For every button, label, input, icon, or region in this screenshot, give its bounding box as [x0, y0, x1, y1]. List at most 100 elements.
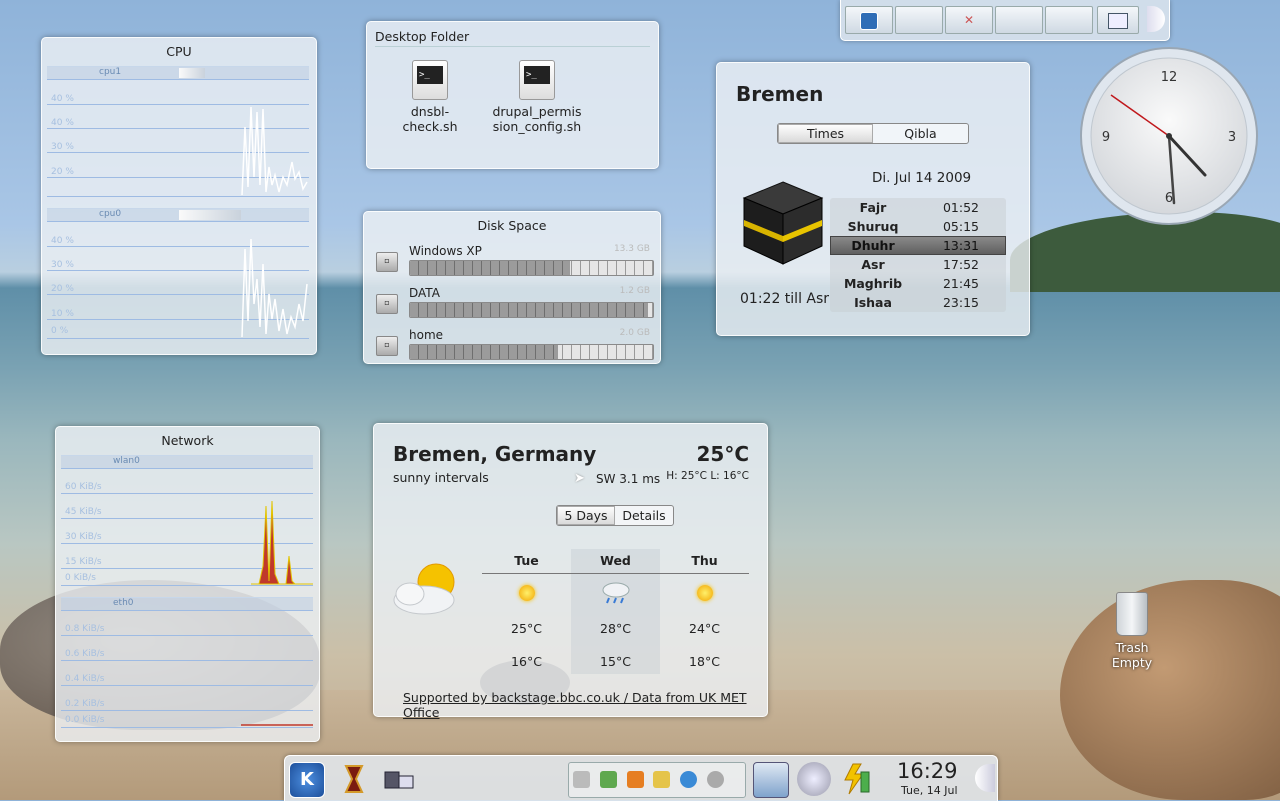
drive-usage-meter	[409, 302, 654, 318]
drive-row[interactable]: ▫ home 2.0 GB	[374, 328, 654, 366]
prayer-row: Asr 17:52	[830, 255, 1006, 274]
trash-status: Empty	[1111, 655, 1153, 670]
clock-numeral: 6	[1165, 191, 1173, 206]
cpu1-plot: cpu1 40 % 40 % 30 % 20 %	[47, 66, 309, 197]
drive-row[interactable]: ▫ DATA 1.2 GB	[374, 286, 654, 324]
trash-desktop-icon[interactable]: Trash Empty	[1108, 592, 1156, 670]
prayer-time: 01:52	[942, 200, 980, 215]
cpu0-plot: cpu0 40 % 30 % 20 % 10 % 0 %	[47, 208, 309, 339]
tab-times[interactable]: Times	[778, 124, 873, 143]
analog-clock-widget: 12 3 6 9	[1080, 47, 1258, 225]
digital-clock-date[interactable]: Tue, 14 Jul	[901, 784, 958, 797]
file-dnsbl-check[interactable]: >_ dnsbl- check.sh	[399, 60, 461, 134]
tab-qibla[interactable]: Qibla	[873, 124, 968, 143]
disk-space-widget: Disk Space ▫ Windows XP 13.3 GB ▫ DATA 1…	[363, 211, 661, 364]
kde-launcher-button[interactable]: K	[289, 762, 325, 798]
shell-script-icon: >_	[519, 60, 555, 100]
prayer-row: Fajr 01:52	[830, 198, 1006, 217]
taskbar-button-app[interactable]: ✕	[945, 6, 993, 34]
battery-icon[interactable]	[839, 762, 873, 796]
kaaba-icon	[742, 181, 824, 265]
drive-size: 13.3 GB	[613, 244, 650, 254]
file-drupal-permission-config[interactable]: >_ drupal_permis sion_config.sh	[491, 60, 583, 134]
forecast-high: 25°C	[511, 621, 542, 636]
prayer-name: Fajr	[859, 200, 887, 215]
tab-details[interactable]: Details	[615, 506, 673, 525]
weather-wind: SW 3.1 ms	[596, 472, 661, 486]
hard-drive-icon: ▫	[376, 252, 398, 272]
prayer-times-widget: Bremen Times Qibla Di. Jul 14 2009 Fajr 0…	[716, 62, 1030, 336]
pager-desktop-1[interactable]	[895, 6, 943, 34]
feed-icon[interactable]	[626, 771, 644, 788]
prayer-name: Asr	[861, 257, 885, 272]
prayer-row: Ishaa 23:15	[830, 293, 1006, 312]
prayer-time: 13:31	[942, 238, 980, 253]
top-panel: ✕	[840, 0, 1170, 41]
update-icon[interactable]	[599, 771, 617, 788]
file-name-line: check.sh	[402, 119, 458, 134]
drive-size: 2.0 GB	[619, 328, 650, 338]
prayer-name: Dhuhr	[851, 238, 895, 253]
cpu0-graph	[241, 238, 308, 338]
tab-5-days[interactable]: 5 Days	[557, 506, 615, 525]
forecast-day: Tue 25°C 16°C	[482, 549, 571, 674]
kde-menu-button[interactable]	[845, 6, 893, 34]
prayer-time: 05:15	[942, 219, 980, 234]
shell-script-icon: >_	[412, 60, 448, 100]
weather-location: Bremen, Germany	[393, 442, 597, 466]
volume-icon[interactable]	[573, 771, 590, 788]
forecast-day-name: Wed	[571, 549, 660, 574]
clock-numeral: 3	[1228, 130, 1236, 145]
eth0-plot: eth0 0.8 KiB/s 0.6 KiB/s 0.4 KiB/s 0.2 K…	[61, 597, 313, 728]
wind-direction-icon: ➤	[574, 471, 585, 486]
weather-credit-link[interactable]: Supported by backstage.bbc.co.uk / Data …	[403, 690, 767, 720]
forecast-low: 15°C	[600, 654, 631, 669]
rain-cloud-icon	[602, 582, 629, 604]
hourglass-icon[interactable]	[337, 762, 371, 796]
disk-space-title: Disk Space	[477, 218, 547, 233]
network-title: Network	[161, 433, 214, 448]
trash-icon	[1116, 592, 1148, 636]
drive-name: home	[409, 328, 444, 342]
digital-clock-time[interactable]: 16:29	[897, 759, 958, 783]
cpu-title: CPU	[166, 44, 192, 59]
help-icon[interactable]	[680, 771, 698, 788]
device-notifier-icon[interactable]	[381, 762, 415, 796]
cpu1-graph	[241, 106, 308, 196]
pager-desktop-2[interactable]	[995, 6, 1043, 34]
weather-tabs: 5 Days Details	[556, 505, 674, 526]
notes-icon[interactable]	[653, 771, 671, 788]
prayer-tabs: Times Qibla	[777, 123, 969, 144]
show-desktop-button[interactable]	[1097, 6, 1139, 34]
network-manager-icon[interactable]	[753, 762, 789, 798]
info-icon[interactable]	[707, 771, 725, 788]
weather-condition: sunny intervals	[393, 470, 489, 485]
hard-drive-icon: ▫	[376, 336, 398, 356]
pager-desktop-3[interactable]	[1045, 6, 1093, 34]
forecast-low: 16°C	[511, 654, 542, 669]
prayer-time: 17:52	[942, 257, 980, 272]
forecast-high: 24°C	[689, 621, 720, 636]
drive-size: 1.2 GB	[619, 286, 650, 296]
sun-icon	[696, 585, 713, 601]
prayer-name: Ishaa	[854, 295, 892, 310]
weather-widget: Bremen, Germany 25°C sunny intervals ➤ S…	[373, 423, 768, 720]
panel-toolbox-icon[interactable]	[975, 764, 995, 792]
hard-drive-icon: ▫	[376, 294, 398, 314]
wlan0-graph	[251, 500, 313, 585]
panel-toolbox-icon[interactable]	[1147, 6, 1165, 32]
file-name-line: dnsbl-	[410, 104, 450, 119]
drive-row[interactable]: ▫ Windows XP 13.3 GB	[374, 244, 654, 282]
clock-numeral: 9	[1102, 130, 1110, 145]
time-till-next-prayer: 01:22 till Asr	[740, 291, 830, 307]
forecast-day-name: Thu	[660, 549, 749, 574]
forecast-day: Wed 28°C 15°C	[571, 549, 660, 674]
cpu-monitor-widget: CPU cpu1 40 % 40 % 30 % 20 % cpu0 40 % 3…	[41, 37, 317, 355]
prayer-city: Bremen	[736, 82, 824, 106]
sun-icon	[518, 585, 535, 601]
forecast-low: 18°C	[689, 654, 720, 669]
clock-numeral: 12	[1161, 70, 1178, 85]
wireless-icon[interactable]	[797, 762, 831, 796]
prayer-date: Di. Jul 14 2009	[872, 170, 972, 186]
desktop-folder-title: Desktop Folder	[375, 29, 470, 44]
